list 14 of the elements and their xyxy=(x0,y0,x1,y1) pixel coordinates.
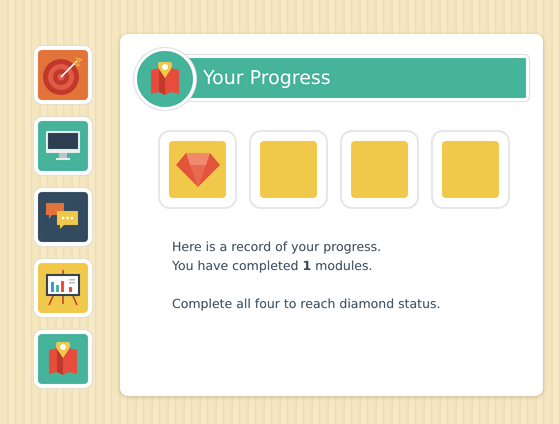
chart-board-icon xyxy=(45,270,81,306)
diamond-icon xyxy=(176,152,220,186)
sidebar-item[interactable] xyxy=(34,330,92,388)
sidebar-item[interactable] xyxy=(34,46,92,104)
panel-title: Your Progress xyxy=(203,67,331,89)
chat-icon xyxy=(46,203,80,231)
progress-text: Here is a record of your progress. xyxy=(172,238,382,256)
sidebar-item[interactable] xyxy=(34,188,92,246)
sidebar-item[interactable] xyxy=(34,117,92,175)
progress-text: You have completed 1 modules. xyxy=(172,257,374,275)
sidebar-item[interactable] xyxy=(34,259,92,317)
monitor-icon xyxy=(46,131,80,161)
map-pin-icon xyxy=(48,342,78,376)
progress-note: Complete all four to reach diamond status. xyxy=(172,295,442,313)
